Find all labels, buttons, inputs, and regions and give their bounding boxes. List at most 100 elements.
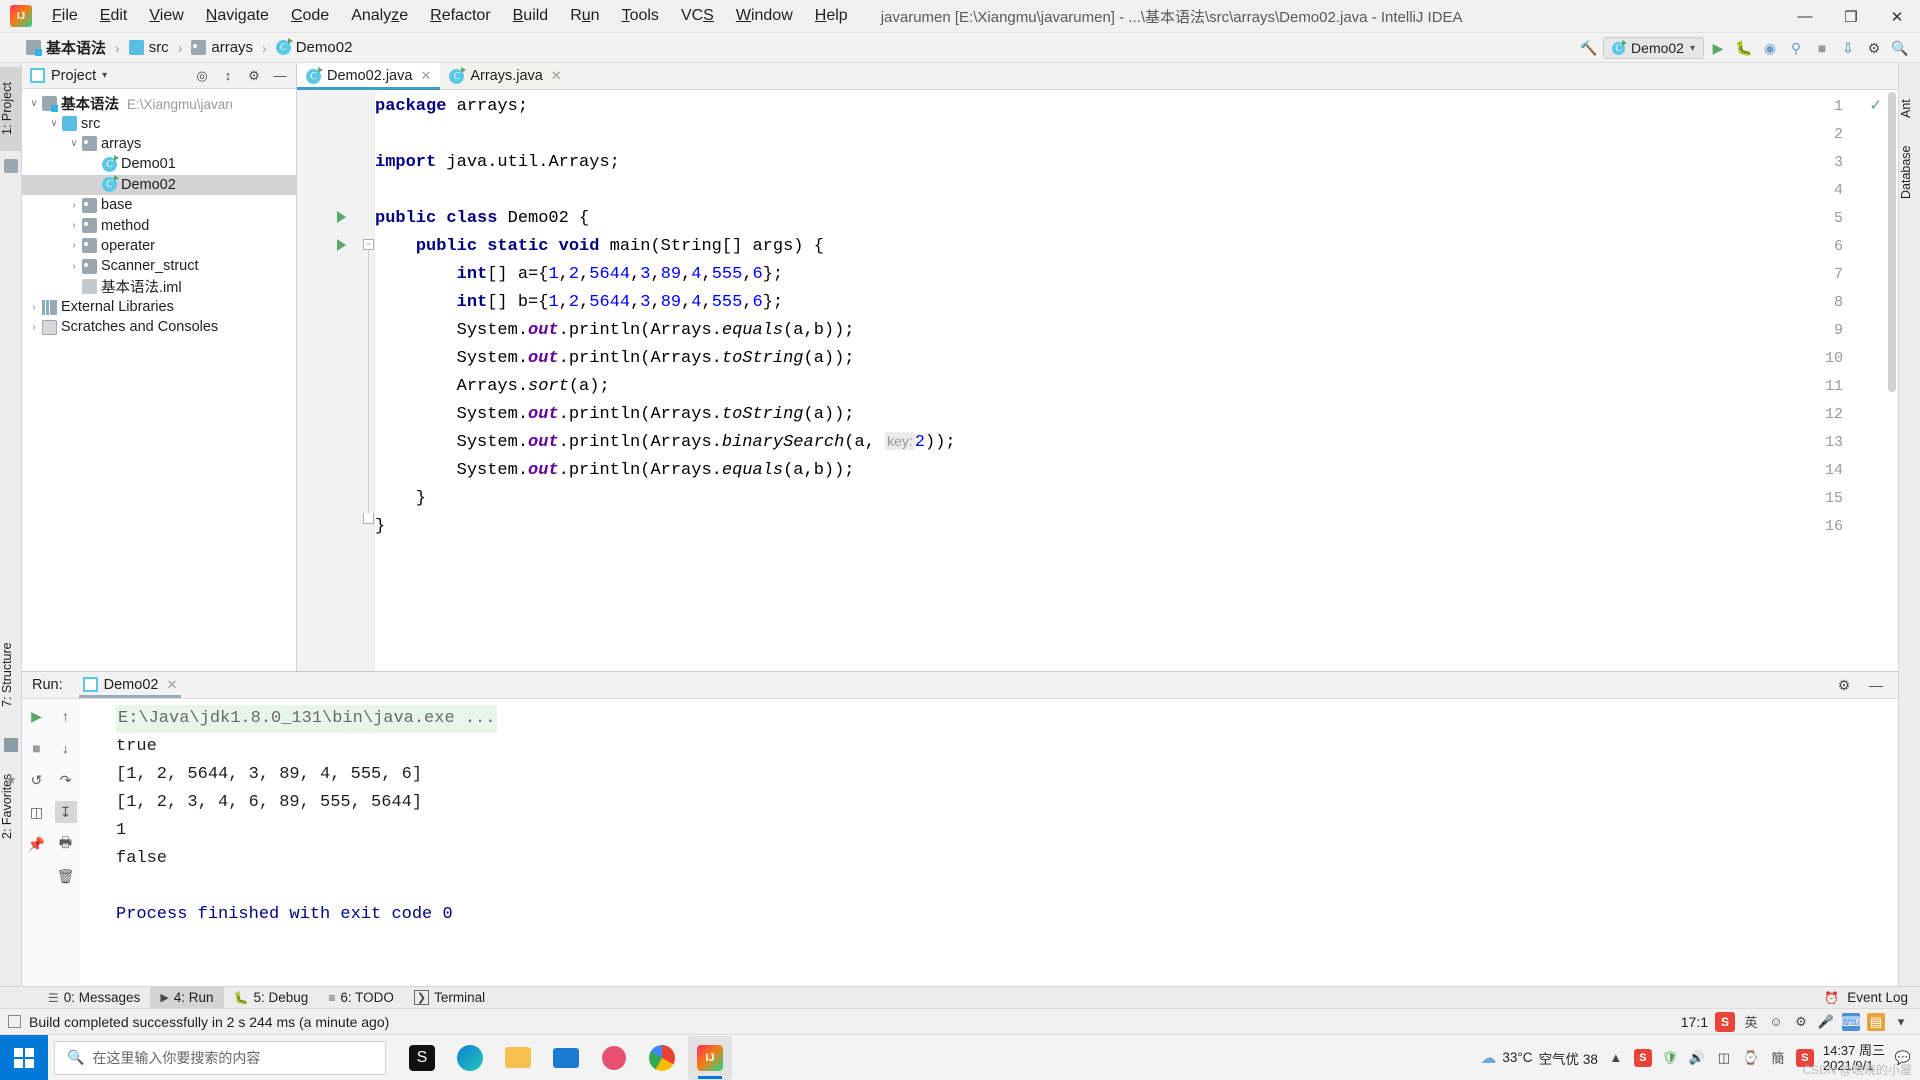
more-tray-icon[interactable]: ▲ [1607,1049,1625,1067]
tree-row-arrays[interactable]: ∨ arrays [22,134,296,154]
stop-icon[interactable]: ■ [26,737,48,759]
menu-analyze[interactable]: Analyze [340,4,419,28]
menu-file[interactable]: File [41,4,89,28]
bottom-tab-todo[interactable]: ≡ 6: TODO [318,987,404,1009]
edge-icon[interactable] [448,1036,492,1080]
fold-collapse-icon[interactable]: − [363,239,374,250]
collapse-all-icon[interactable]: ↕ [216,64,240,88]
menu-tools[interactable]: Tools [611,4,670,28]
minimize-button[interactable]: — [1782,0,1828,33]
profiler-icon[interactable]: ⚲ [1784,36,1808,60]
chevron-down-icon[interactable]: ∨ [26,98,42,109]
chrome-icon[interactable] [640,1036,684,1080]
bottom-tab-terminal[interactable]: ❯ Terminal [404,987,495,1009]
maximize-button[interactable]: ❐ [1828,0,1874,33]
tree-row-operater[interactable]: › operater [22,236,296,256]
more-icon[interactable]: ▾ [1892,1013,1910,1031]
close-icon[interactable]: ✕ [420,68,431,84]
print-icon[interactable]: 🖶 [55,833,77,855]
network-icon[interactable]: ⌚ [1742,1049,1760,1067]
tree-row-iml[interactable]: 基本语法.iml [22,277,296,297]
code-text[interactable]: package arrays; import java.util.Arrays;… [375,90,1898,671]
tree-row-scanner-struct[interactable]: › Scanner_struct [22,256,296,276]
stop-icon[interactable]: ■ [1810,36,1834,60]
settings-icon[interactable]: ⚙ [1792,1013,1810,1031]
bottom-tab-run[interactable]: ▶ 4: Run [150,986,224,1009]
coverage-icon[interactable]: ◉ [1758,36,1782,60]
shield-icon[interactable]: 🛡 [1661,1049,1679,1067]
favorites-star-icon[interactable]: ★ [4,773,18,787]
sidebar-tab-project[interactable]: 1: Project [0,67,22,151]
sidebar-tab-structure[interactable]: 7: Structure [0,623,22,727]
snip-tool-icon[interactable] [592,1036,636,1080]
menu-refactor[interactable]: Refactor [419,4,501,28]
ime-s-icon[interactable]: S [1715,1011,1735,1032]
project-folder-icon[interactable] [4,159,18,173]
breadcrumb-module[interactable]: 基本语法 [22,35,110,60]
locate-icon[interactable]: ◎ [190,64,214,88]
run-tab-demo02[interactable]: Demo02 ✕ [75,673,186,698]
bottom-tab-messages[interactable]: ☰ 0: Messages [38,987,150,1009]
menu-build[interactable]: Build [502,4,560,28]
fold-end-icon[interactable] [363,513,374,524]
volume-icon[interactable]: 🔊 [1688,1049,1706,1067]
xmind-icon[interactable]: S [400,1036,444,1080]
settings-icon[interactable]: ⚙ [242,64,266,88]
chevron-right-icon[interactable]: › [66,220,82,231]
soft-wrap-icon[interactable]: ↷ [55,769,77,791]
editor-tab-arrays[interactable]: C Arrays.java ✕ [440,63,571,89]
close-button[interactable]: ✕ [1874,0,1920,33]
editor-tab-demo02[interactable]: C Demo02.java ✕ [297,63,441,90]
editor-gutter[interactable] [297,90,375,671]
clear-all-icon[interactable]: 🗑 [55,865,77,887]
mic-icon[interactable]: 🎤 [1817,1013,1835,1031]
tree-row-src[interactable]: ∨ src [22,113,296,133]
breadcrumb-class[interactable]: C Demo02 [272,37,357,58]
sogou-icon[interactable]: S [1633,1048,1652,1067]
battery-icon[interactable]: ◫ [1715,1049,1733,1067]
run-configuration-selector[interactable]: C Demo02 ▾ [1603,37,1704,59]
code-editor[interactable]: 1 2 3 4 5 6 7 8 9 10 11 12 13 14 15 16 −… [297,90,1898,671]
pin-icon[interactable]: 📌 [26,833,48,855]
start-windows-icon[interactable] [0,1034,48,1080]
scroll-down-icon[interactable]: ↓ [55,737,77,759]
scroll-to-end-icon[interactable]: ↧ [54,801,77,823]
mail-icon[interactable] [544,1036,588,1080]
menu-edit[interactable]: Edit [89,4,139,28]
breadcrumb-package[interactable]: arrays [187,37,257,58]
close-icon[interactable]: ✕ [551,68,562,84]
tree-row-base[interactable]: › base [22,195,296,215]
search-everywhere-icon[interactable]: 🔍 [1888,36,1912,60]
sidebar-tab-ant[interactable]: Ant [1899,89,1920,129]
git-update-icon[interactable]: ⇩ [1836,36,1860,60]
chevron-right-icon[interactable]: › [66,240,82,251]
search-input[interactable]: 🔍 在这里输入你要搜索的内容 [54,1040,386,1075]
menu-view[interactable]: View [138,4,194,28]
hide-panel-icon[interactable]: — [1864,673,1888,697]
tree-row-external-libraries[interactable]: › External Libraries [22,297,296,317]
sidebar-tab-favorites[interactable]: 2: Favorites [0,753,22,859]
settings-icon[interactable]: ⚙ [1862,36,1886,60]
run-gutter-icon[interactable] [337,239,346,251]
editor-scrollbar[interactable] [1888,92,1896,392]
chevron-right-icon[interactable]: › [66,261,82,272]
hide-panel-icon[interactable]: — [268,64,292,88]
menu-help[interactable]: Help [804,4,859,28]
sidebar-tab-database[interactable]: Database [1899,135,1920,209]
smiley-icon[interactable]: ☺ [1767,1013,1785,1031]
chevron-right-icon[interactable]: › [66,200,82,211]
tree-row-module[interactable]: ∨ 基本语法 E:\Xiangmu\javarumen\基本语法 [22,93,296,113]
menu-navigate[interactable]: Navigate [195,4,280,28]
tree-row-demo02[interactable]: C Demo02 [22,174,296,195]
chevron-down-icon[interactable]: ▾ [102,70,107,81]
chevron-down-icon[interactable]: ∨ [46,118,62,129]
chevron-right-icon[interactable]: › [26,302,42,313]
run-gutter-icon[interactable] [337,211,346,223]
caret-position[interactable]: 17:1 [1681,1014,1708,1030]
console-output[interactable]: E:\Java\jdk1.8.0_131\bin\java.exe ... tr… [80,699,1898,986]
weather-widget[interactable]: ☁ 33°C 空气优 38 [1480,1048,1597,1068]
close-icon[interactable]: ✕ [166,677,177,693]
menu-run[interactable]: Run [559,4,610,28]
menu-vcs[interactable]: VCS [670,4,725,28]
toolbox-icon[interactable]: ▤ [1867,1012,1885,1031]
